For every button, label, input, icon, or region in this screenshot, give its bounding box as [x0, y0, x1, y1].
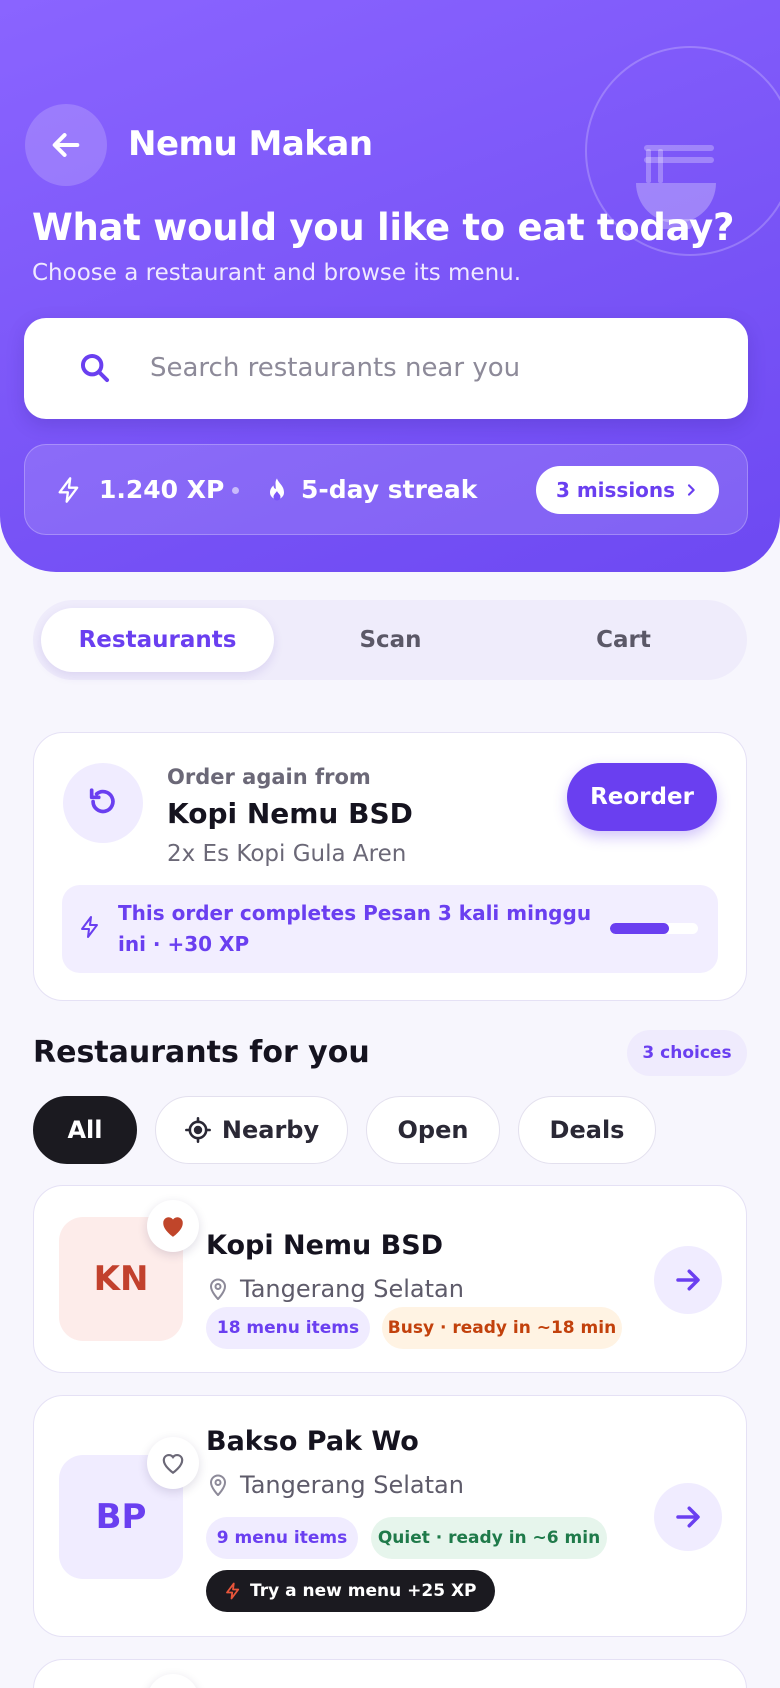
hero-heading: What would you like to eat today?	[32, 206, 735, 249]
menu-count-pill: 9 menu items	[206, 1517, 358, 1559]
filter-chip-open[interactable]: Open	[366, 1096, 500, 1164]
missions-button[interactable]: 3 missions	[536, 466, 719, 514]
restaurant-name: Kopi Nemu BSD	[206, 1230, 444, 1261]
back-button[interactable]	[25, 104, 107, 186]
restaurant-name: Bakso Pak Wo	[206, 1426, 419, 1457]
search-input[interactable]	[150, 348, 710, 388]
restaurant-card[interactable]: BP Bakso Pak Wo Tangerang Selatan 9 menu…	[33, 1395, 747, 1637]
promo-text: Try a new menu +25 XP	[250, 1581, 477, 1601]
app-title: Nemu Makan	[128, 124, 373, 164]
streak-label: 5-day streak	[301, 475, 478, 504]
flame-icon	[270, 478, 284, 501]
search-bar[interactable]	[24, 318, 748, 419]
restaurant-location: Tangerang Selatan	[206, 1471, 464, 1499]
filter-chip-deals[interactable]: Deals	[518, 1096, 656, 1164]
restaurant-card[interactable]	[33, 1659, 747, 1688]
lightning-icon	[58, 477, 79, 503]
reorder-restaurant-name: Kopi Nemu BSD	[167, 797, 413, 830]
tab-cart[interactable]: Cart	[507, 608, 740, 672]
reorder-eyebrow: Order again from	[167, 765, 371, 789]
open-restaurant-button[interactable]	[654, 1246, 722, 1314]
filter-chip-nearby[interactable]: Nearby	[155, 1096, 348, 1164]
heart-filled-icon	[163, 1217, 183, 1237]
menu-count-pill: 18 menu items	[206, 1307, 370, 1349]
reorder-icon-container	[63, 763, 143, 843]
filter-chip-all[interactable]: All	[33, 1096, 137, 1164]
search-icon	[80, 353, 110, 383]
location-text: Tangerang Selatan	[240, 1471, 464, 1499]
hero-subtitle: Choose a restaurant and browse its menu.	[32, 260, 522, 286]
favorite-button[interactable]	[147, 1437, 199, 1489]
favorite-button[interactable]	[147, 1200, 199, 1252]
crosshair-icon	[184, 1117, 211, 1143]
tab-restaurants[interactable]: Restaurants	[41, 608, 274, 672]
lightning-icon	[81, 916, 98, 938]
arrow-right-icon	[676, 1506, 700, 1528]
reorder-button[interactable]: Reorder	[567, 763, 717, 831]
favorite-button[interactable]	[147, 1674, 199, 1688]
mission-progress-bar	[610, 923, 698, 934]
heart-outline-icon	[162, 1454, 184, 1475]
choices-badge: 3 choices	[627, 1030, 747, 1076]
reorder-card: Order again from Kopi Nemu BSD 2x Es Kop…	[33, 732, 747, 1001]
filter-label: Nearby	[221, 1116, 320, 1144]
status-pill: Quiet · ready in ~6 min	[371, 1517, 607, 1559]
filter-label: All	[67, 1116, 103, 1144]
restaurant-card[interactable]: KN Kopi Nemu BSD Tangerang Selatan 18 me…	[33, 1185, 747, 1373]
filter-label: Deals	[549, 1116, 625, 1144]
separator-dot	[232, 487, 239, 494]
open-restaurant-button[interactable]	[654, 1483, 722, 1551]
xp-total: 1.240 XP	[99, 475, 225, 504]
location-pin-icon	[210, 1474, 226, 1496]
filter-label: Open	[397, 1116, 469, 1144]
arrow-right-icon	[676, 1269, 700, 1291]
section-title: Restaurants for you	[33, 1035, 370, 1070]
location-pin-icon	[210, 1278, 226, 1300]
reorder-items: 2x Es Kopi Gula Aren	[167, 841, 407, 867]
restaurant-location: Tangerang Selatan	[206, 1275, 464, 1303]
location-text: Tangerang Selatan	[240, 1275, 464, 1303]
mission-progress-box: This order completes Pesan 3 kali minggu…	[62, 885, 718, 973]
lightning-icon	[226, 1582, 240, 1600]
refresh-icon	[89, 788, 115, 814]
promo-pill[interactable]: Try a new menu +25 XP	[206, 1570, 495, 1612]
segmented-tabs: Restaurants Scan Cart	[33, 600, 747, 680]
chevron-right-icon	[687, 484, 695, 496]
arrow-left-icon	[52, 133, 80, 157]
mission-text: This order completes Pesan 3 kali minggu…	[118, 901, 592, 956]
status-pill: Busy · ready in ~18 min	[382, 1307, 622, 1349]
mission-progress-fill	[610, 923, 669, 934]
gamification-bar: 1.240 XP 5-day streak 3 missions	[24, 444, 748, 535]
hero-header: Nemu Makan What would you like to eat to…	[0, 0, 780, 572]
tab-scan[interactable]: Scan	[274, 608, 507, 672]
missions-label: 3 missions	[555, 478, 676, 502]
